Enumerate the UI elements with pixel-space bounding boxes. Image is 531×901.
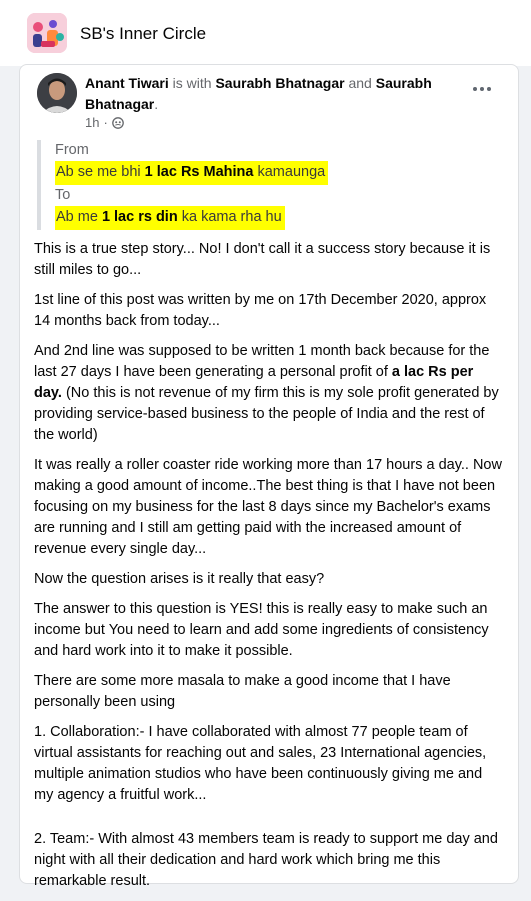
author-name[interactable]: Anant Tiwari [85,75,169,91]
group-header: SB's Inner Circle [0,0,531,66]
period-text: . [154,96,159,112]
post-meta: 1h · [85,115,124,130]
quote-from-label: From [55,142,89,158]
author-line: Anant Tiwari is with Saurabh Bhatnagar a… [85,73,455,115]
quote-from-bold: 1 lac Rs Mahina [144,164,254,180]
quote-to-line: Ab me 1 lac rs din ka kama rha hu [55,206,477,230]
quote-to-label: To [55,187,71,203]
with-text: is with [172,75,212,91]
post-paragraph: 2. Team:- With almost 43 members team is… [34,831,498,889]
quote-to-bold: 1 lac rs din [101,209,178,225]
more-options-button[interactable] [470,79,494,99]
meta-separator: · [103,115,108,130]
and-text: and [348,75,372,91]
group-name[interactable]: SB's Inner Circle [80,24,206,44]
tagged-person-1[interactable]: Saurabh Bhatnagar [215,75,344,91]
post-paragraph: And 2nd line was supposed to be written … [34,341,504,446]
post-time[interactable]: 1h [85,115,99,130]
quote-to-post: ka kama rha hu [177,209,282,225]
paragraph-text: (No this is not revenue of my firm this … [34,385,499,443]
more-dot-icon [473,87,477,91]
post-paragraph: 1st line of this post was written by me … [34,292,487,329]
post-card: Anant Tiwari is with Saurabh Bhatnagar a… [19,64,519,889]
group-avatar[interactable] [27,13,67,53]
highlighted-text: Ab se me bhi 1 lac Rs Mahina kamaunga [55,161,329,185]
quote-block: From Ab se me bhi 1 lac Rs Mahina kamaun… [37,140,477,230]
post-paragraph: Now the question arises is it really tha… [34,571,325,587]
group-audience-icon[interactable] [111,116,124,129]
quote-to-pre: Ab me [56,209,102,225]
quote-from-line: Ab se me bhi 1 lac Rs Mahina kamaunga [55,161,477,185]
more-dot-icon [480,87,484,91]
post-paragraph: It was really a roller coaster ride work… [34,457,502,557]
quote-from-pre: Ab se me bhi [56,164,145,180]
post-body: This is a true step story... No! I don't… [34,239,504,901]
post-paragraph: The answer to this question is YES! this… [34,601,489,659]
author-avatar[interactable] [37,73,77,113]
author-photo [37,73,77,113]
highlighted-text: Ab me 1 lac rs din ka kama rha hu [55,206,285,230]
post-paragraph: 1. Collaboration:- I have collaborated w… [34,724,487,803]
post-paragraph: This is a true step story... No! I don't… [34,241,491,278]
group-avatar-illustration [27,13,67,53]
post-paragraph: There are some more masala to make a goo… [34,673,451,710]
quote-from-post: kamaunga [253,164,326,180]
more-dot-icon [487,87,491,91]
